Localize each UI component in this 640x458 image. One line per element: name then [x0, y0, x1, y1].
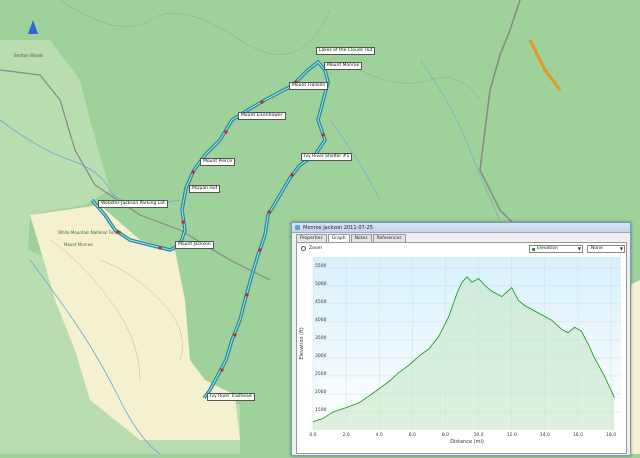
window-title: Monroe Jackson 2011-07-25	[303, 224, 373, 231]
graph-toolbar: Zoom Elevation ▼ None ▼	[299, 245, 625, 253]
graph-panel: Zoom Elevation ▼ None ▼ 0.0 2.0 4.0 6.0 …	[296, 242, 627, 454]
waypoint-label[interactable]: Ivy River Trailhead	[207, 393, 255, 401]
x-tick-label: 6.0	[409, 432, 416, 438]
x-tick-label: 4.0	[376, 432, 383, 438]
x-tick-label: 18.0	[606, 432, 616, 438]
waypoint-label[interactable]: Webster-Jackson Parking Lot	[98, 200, 168, 208]
y-tick-label: 2500	[315, 371, 327, 377]
y-tick-label: 5500	[315, 263, 327, 269]
x-tick-label: 0.0	[309, 432, 316, 438]
waypoint-label[interactable]: Ivy River Shelter #1	[301, 153, 353, 161]
y-tick-label: 4500	[315, 299, 327, 305]
x-tick-label: 8.0	[442, 432, 449, 438]
waypoint-label[interactable]: Mount Pierce	[200, 158, 236, 166]
x-tick-label: 10.0	[474, 432, 484, 438]
waypoint-label[interactable]: Mount Jackson	[175, 241, 214, 249]
zoom-button[interactable]: Zoom	[309, 246, 322, 251]
x-axis-label: Distance (mi)	[450, 439, 484, 445]
waypoint-label[interactable]: Mizpah Hut	[189, 185, 221, 193]
chevron-down-icon: ▼	[619, 246, 623, 251]
place-name: Mount Monroe	[64, 242, 93, 247]
x-tick-label: 16.0	[573, 432, 583, 438]
place-name: Bretton Woods	[14, 53, 44, 58]
y-tick-label: 2000	[315, 389, 327, 395]
waypoint-label[interactable]: Mount Monroe	[324, 62, 363, 70]
secondary-select-value: None	[591, 246, 603, 251]
x-tick-label: 14.0	[540, 432, 550, 438]
series-color-swatch	[532, 247, 535, 251]
x-tick-label: 12.0	[507, 432, 517, 438]
place-name: White Mountain National Forest	[58, 230, 122, 235]
waypoint-label[interactable]: Lakes of the Clouds Hut	[316, 47, 376, 55]
y-axis-label: Elevation (ft)	[299, 327, 305, 359]
x-tick-labels: 0.0 2.0 4.0 6.0 8.0 10.0 12.0 14.0 16.0 18.0	[309, 432, 616, 438]
y-axis-select-value: Elevation	[537, 246, 558, 251]
waypoint-label[interactable]: Mount Eisenhower	[238, 112, 286, 120]
track-icon	[295, 225, 300, 230]
y-tick-label: 1500	[315, 407, 327, 413]
y-tick-label: 4000	[315, 317, 327, 323]
y-tick-label: 3500	[315, 335, 327, 341]
x-tick-label: 2.0	[343, 432, 350, 438]
zoom-icon[interactable]	[301, 246, 306, 251]
track-properties-window[interactable]: Monroe Jackson 2011-07-25 Properties Gra…	[291, 222, 631, 456]
waypoint-label[interactable]: Mount Franklin	[289, 82, 329, 90]
secondary-select[interactable]: None ▼	[587, 245, 625, 253]
chevron-down-icon: ▼	[577, 246, 581, 251]
y-tick-label: 3000	[315, 353, 327, 359]
elevation-chart[interactable]: 0.0 2.0 4.0 6.0 8.0 10.0 12.0 14.0 16.0 18.0 1500…	[297, 253, 626, 453]
y-tick-label: 5000	[315, 281, 327, 287]
y-tick-labels: 1500 2000 2500 3000 3500 4000 4500 5000 5500	[315, 263, 327, 413]
window-titlebar[interactable]: Monroe Jackson 2011-07-25	[292, 223, 630, 233]
y-axis-select[interactable]: Elevation ▼	[529, 245, 583, 253]
